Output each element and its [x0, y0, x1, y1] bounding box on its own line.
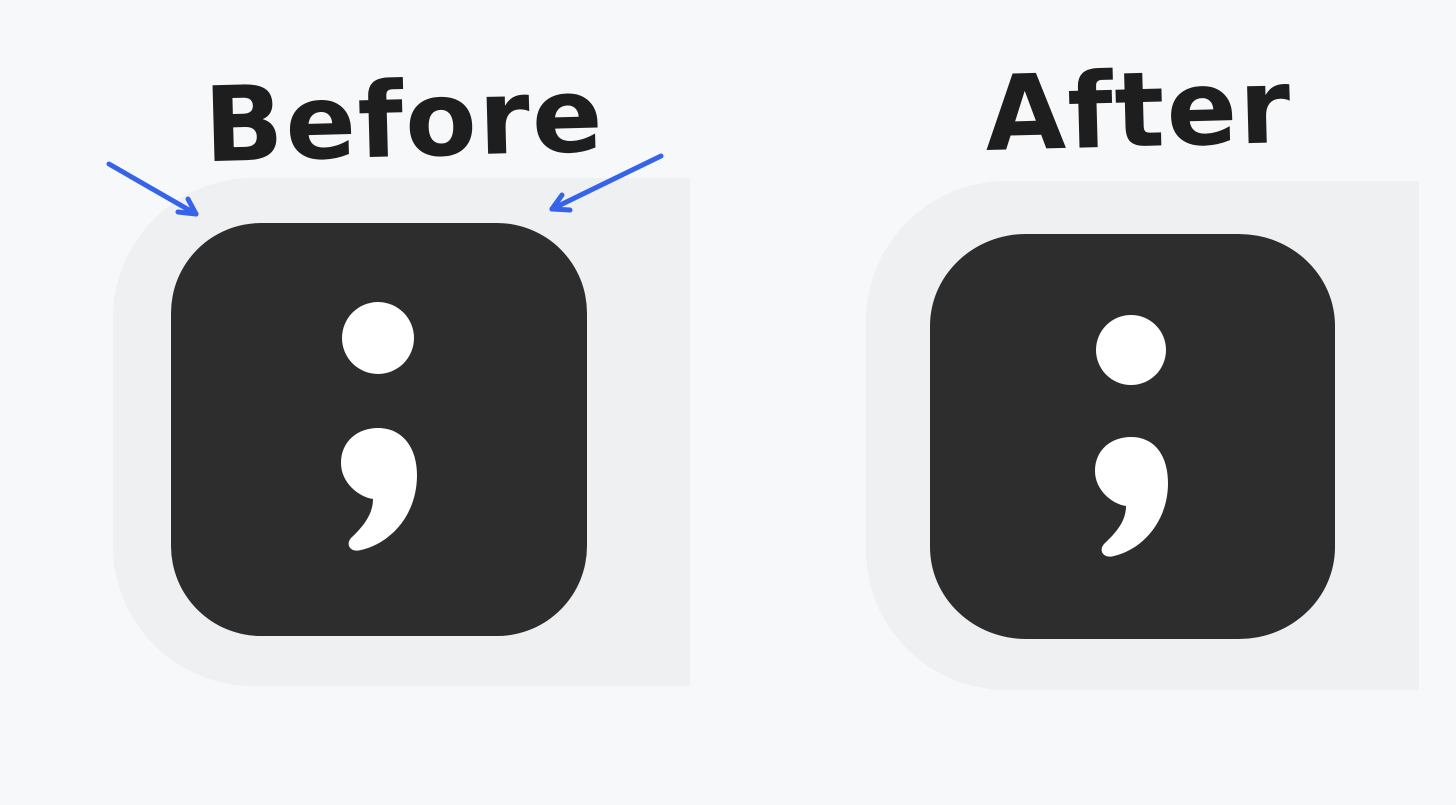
comparison-canvas: Before After — [0, 0, 1456, 805]
semicolon-glyph-icon — [1095, 315, 1168, 557]
after-semicolon-app-icon — [930, 234, 1335, 639]
semicolon-glyph-icon — [341, 302, 417, 551]
before-semicolon-app-icon — [171, 223, 587, 636]
before-heading: Before — [202, 53, 606, 187]
after-heading: After — [983, 44, 1294, 176]
